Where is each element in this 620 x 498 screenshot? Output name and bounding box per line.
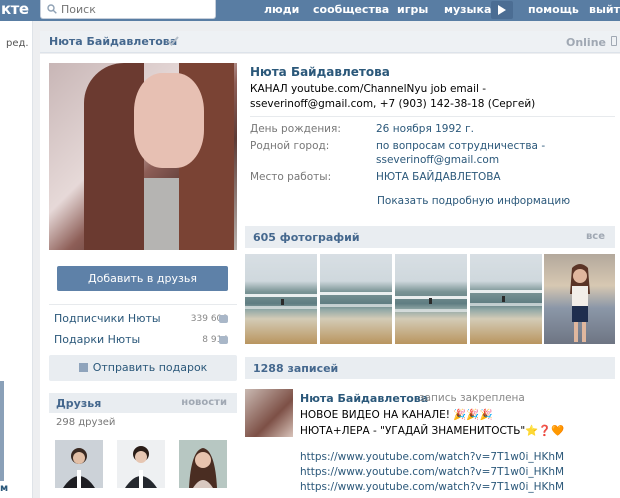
sidebar-image (0, 381, 4, 481)
wall-title[interactable]: 1288 записей (253, 362, 338, 375)
photo-thumbnail[interactable] (320, 254, 392, 344)
search-input[interactable] (61, 2, 211, 17)
send-gift-label: Отправить подарок (92, 361, 208, 374)
photo-thumbnail[interactable] (245, 254, 317, 344)
profile-header: Нюта Байдавлетова Online (40, 31, 620, 53)
post-author-avatar[interactable] (245, 389, 293, 437)
site-logo[interactable]: кте (0, 0, 29, 21)
photos-header[interactable]: 605 фотографий все (245, 226, 615, 248)
friend-avatar[interactable] (179, 440, 227, 488)
hometown-value[interactable]: по вопросам сотрудничества - (376, 140, 545, 152)
play-icon (498, 5, 506, 15)
nav-games[interactable]: игры (397, 0, 428, 21)
friends-count[interactable]: 298 друзей (56, 417, 115, 428)
nav-help[interactable]: помощь (528, 0, 579, 21)
sidebar-label[interactable]: м (0, 483, 8, 494)
photos-title[interactable]: 605 фотографий (253, 231, 360, 244)
nav-people[interactable]: люди (264, 0, 299, 21)
online-status: Online (565, 36, 606, 49)
hometown-email[interactable]: sseverinoff@gmail.com (376, 154, 499, 166)
nav-logout[interactable]: выйти (589, 0, 620, 21)
edit-link[interactable]: ред. (6, 38, 29, 49)
profile-status: КАНАЛ youtube.com/ChannelNyu job email -… (250, 83, 536, 110)
profile-photo[interactable] (49, 63, 237, 250)
post-author-name[interactable]: Нюта Байдавлетова (300, 392, 428, 405)
nav-communities[interactable]: сообщества (313, 0, 389, 21)
gifts-link[interactable]: Подарки Нюты (54, 333, 140, 346)
friends-header[interactable]: Друзья новости (49, 393, 237, 413)
photos-all-link[interactable]: все (586, 231, 605, 242)
post-link[interactable]: https://www.youtube.com/watch?v=7T1w0i_H… (300, 481, 564, 493)
friends-news-link[interactable]: новости (181, 397, 227, 408)
mobile-icon (611, 36, 617, 46)
show-more-info-link[interactable]: Показать подробную информацию (377, 195, 570, 207)
photo-thumbnail[interactable] (544, 254, 615, 344)
hometown-label: Родной город: (250, 140, 330, 152)
profile-name: Нюта Байдавлетова (250, 65, 390, 79)
add-friend-button[interactable]: Добавить в друзья (57, 266, 228, 291)
friend-avatar[interactable] (55, 440, 103, 488)
photo-thumbnail[interactable] (470, 254, 542, 344)
work-value[interactable]: НЮТА БАЙДАВЛЕТОВА (376, 171, 501, 183)
friend-avatar[interactable] (117, 440, 165, 488)
birthday-value[interactable]: 26 ноября 1992 г. (376, 123, 474, 135)
work-label: Место работы: (250, 171, 332, 183)
divider (250, 116, 615, 117)
gift-icon (78, 363, 88, 372)
divider (49, 304, 237, 305)
search-box[interactable] (40, 0, 216, 19)
photo-thumbnail[interactable] (395, 254, 467, 344)
post-text-line: НОВОЕ ВИДЕО НА КАНАЛЕ! 🎉🎉🎉 (300, 409, 493, 421)
search-icon (47, 4, 57, 14)
followers-link[interactable]: Подписчики Нюты (54, 312, 161, 325)
music-play-button[interactable] (491, 1, 513, 19)
post-link[interactable]: https://www.youtube.com/watch?v=7T1w0i_H… (300, 451, 564, 463)
birthday-label: День рождения: (250, 123, 341, 135)
top-bar: кте люди сообщества игры музыка помощь в… (0, 0, 620, 21)
profile-header-name[interactable]: Нюта Байдавлетова (49, 35, 177, 48)
followers-icon (219, 315, 228, 323)
post-pinned-label: запись закреплена (419, 392, 525, 404)
post-text-line: НЮТА+ЛЕРА - "УГАДАЙ ЗНАМЕНИТОСТЬ"⭐❓🧡 (300, 425, 565, 437)
post-link[interactable]: https://www.youtube.com/watch?v=7T1w0i_H… (300, 466, 564, 478)
friends-title[interactable]: Друзья (56, 397, 101, 410)
verified-check-icon (167, 36, 179, 46)
wall-header[interactable]: 1288 записей (245, 357, 615, 379)
nav-music[interactable]: музыка (444, 0, 491, 21)
send-gift-button[interactable]: Отправить подарок (49, 355, 237, 381)
left-sidebar: ред. м (0, 21, 33, 498)
gift-icon (219, 336, 228, 344)
